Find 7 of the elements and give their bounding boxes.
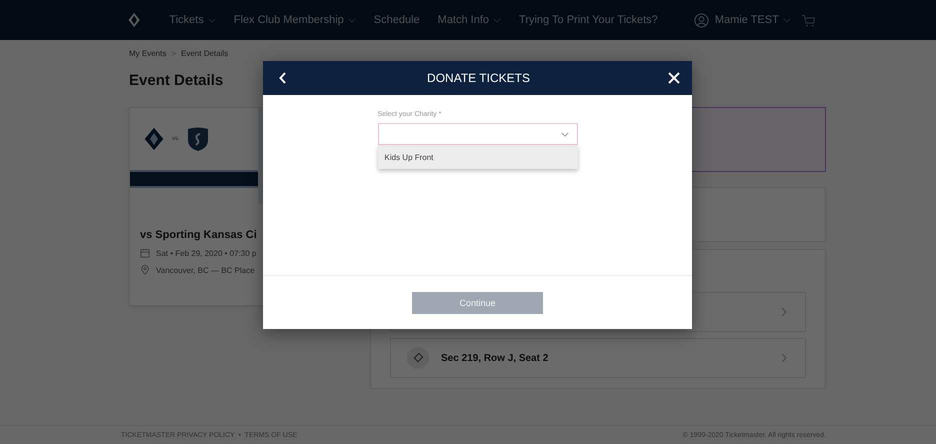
ticket-label: Sec 219, Row J, Seat 2 xyxy=(441,352,548,364)
breadcrumb-separator: > xyxy=(171,49,176,58)
page-title: Event Details xyxy=(129,72,224,89)
event-title: vs Sporting Kansas Ci xyxy=(140,229,257,241)
event-venue: Vancouver, BC — BC Place xyxy=(156,266,255,274)
dialog-title: DONATE TICKETS xyxy=(427,71,530,85)
event-date: Sat • Feb 29, 2020 • 07:30 p xyxy=(156,248,256,258)
